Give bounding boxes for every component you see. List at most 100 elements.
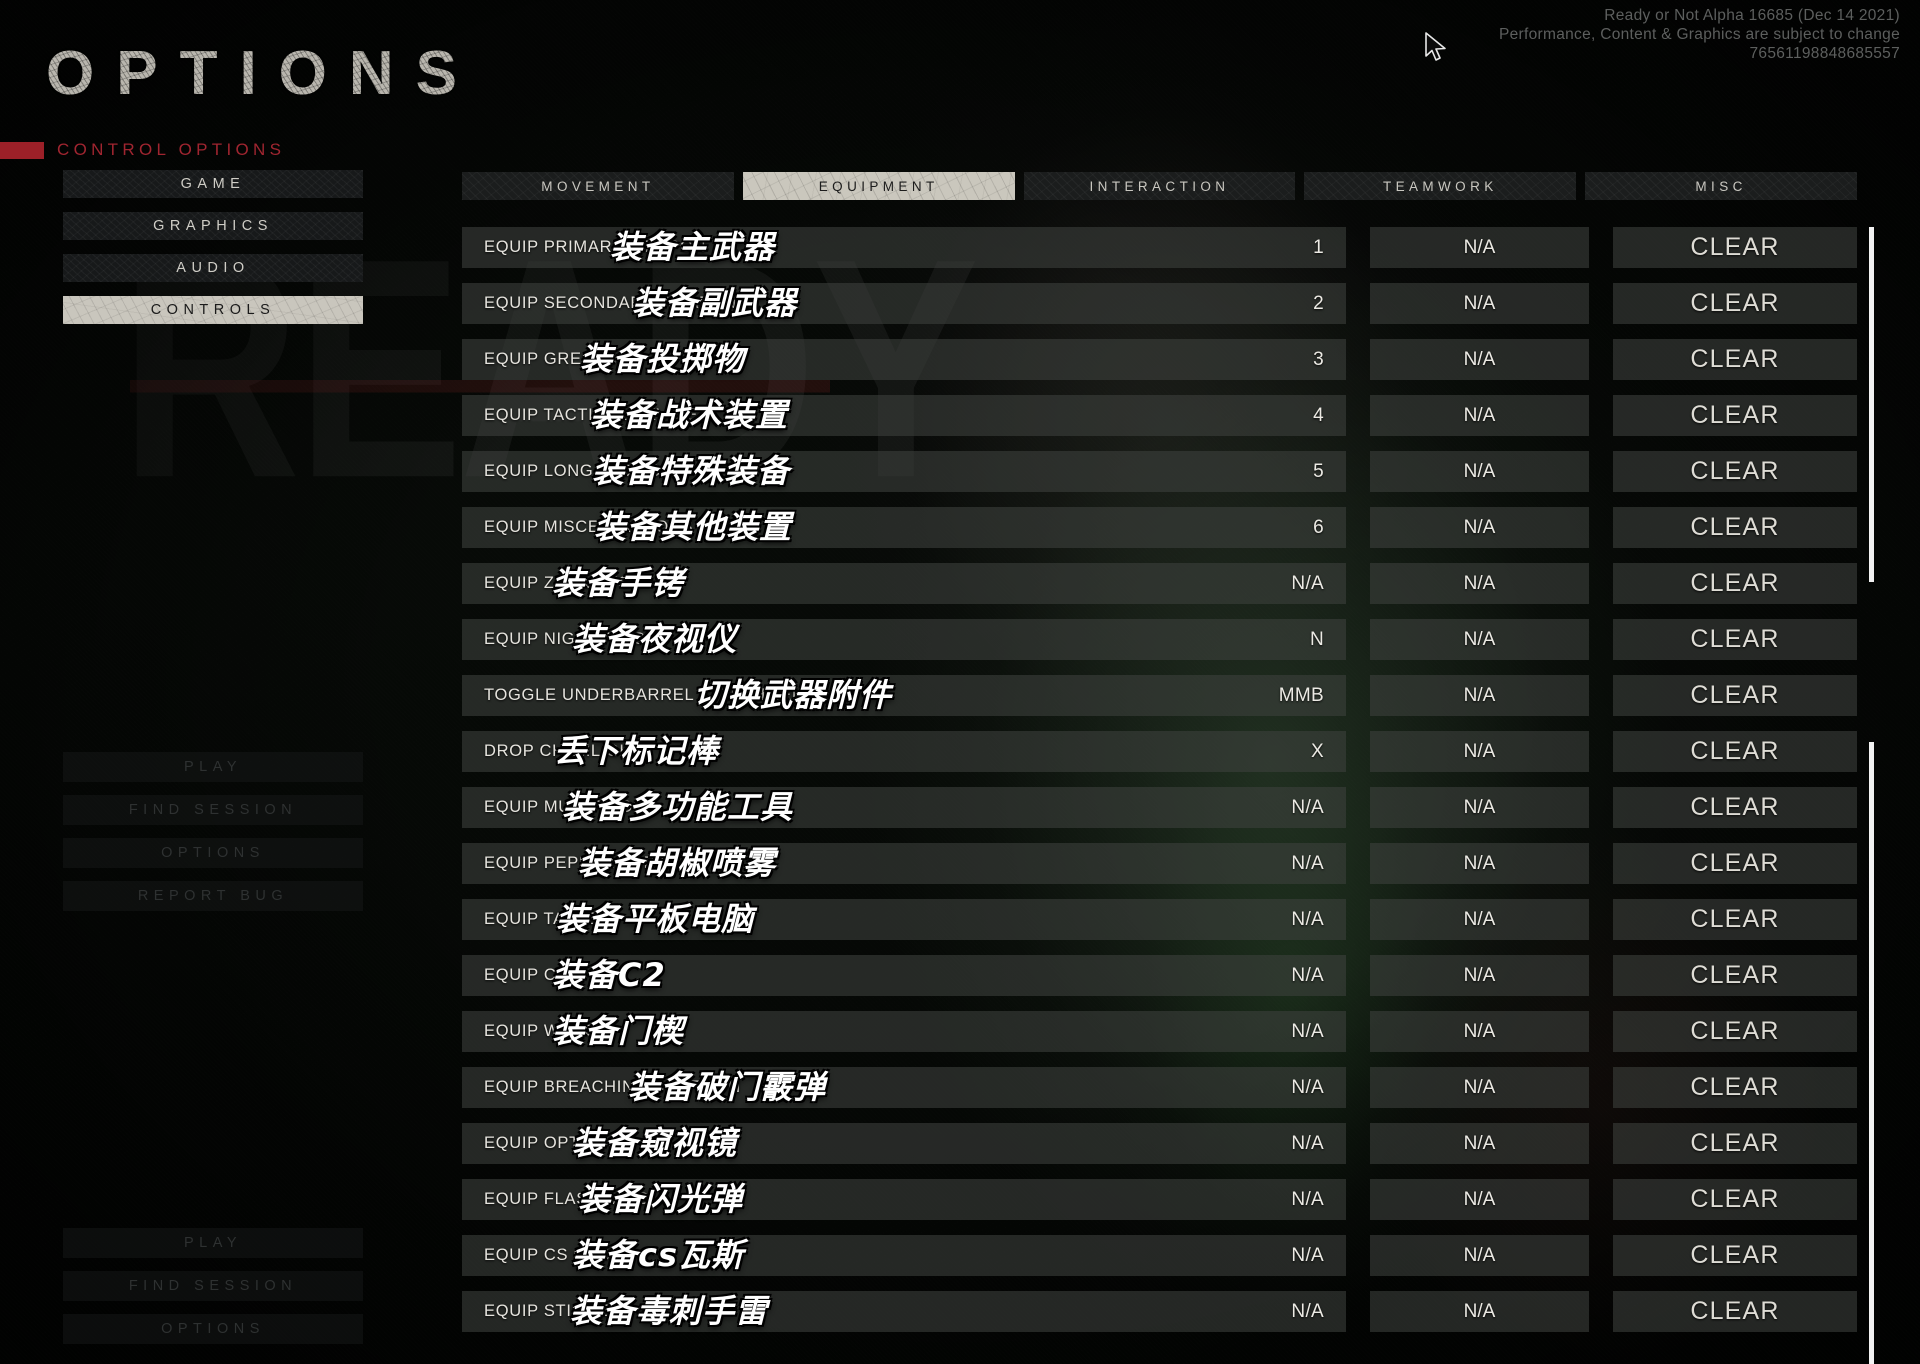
category-item-game[interactable]: GAME bbox=[63, 170, 363, 198]
keybind-primary-cell[interactable]: EQUIP FLASHBANG N/A bbox=[462, 1179, 1346, 1220]
ghost-menu-item-find-session: FIND SESSION bbox=[63, 795, 363, 825]
scrollbar-thumb[interactable] bbox=[1869, 227, 1874, 582]
keybind-primary-cell[interactable]: EQUIP OPTIWAND N/A bbox=[462, 1123, 1346, 1164]
clear-binding-button[interactable]: CLEAR bbox=[1613, 619, 1857, 660]
clear-button-label: CLEAR bbox=[1690, 1073, 1780, 1101]
keybind-alternate-key: N/A bbox=[1463, 1076, 1496, 1098]
keybind-primary-cell[interactable]: EQUIP ZIPCUFFS N/A bbox=[462, 563, 1346, 604]
keybind-primary-key: N/A bbox=[1291, 1020, 1324, 1042]
clear-binding-button[interactable]: CLEAR bbox=[1613, 339, 1857, 380]
clear-binding-button[interactable]: CLEAR bbox=[1613, 955, 1857, 996]
keybind-action-label: EQUIP C2 bbox=[484, 966, 567, 984]
category-item-controls[interactable]: CONTROLS bbox=[63, 296, 363, 324]
keybind-alternate-cell[interactable]: N/A bbox=[1370, 507, 1589, 548]
keybinding-row: EQUIP CS GAS N/A N/A CLEAR bbox=[462, 1235, 1857, 1276]
keybinding-row: EQUIP WEDGE N/A N/A CLEAR bbox=[462, 1011, 1857, 1052]
clear-button-label: CLEAR bbox=[1690, 793, 1780, 821]
tab-equipment[interactable]: EQUIPMENT bbox=[742, 172, 1015, 200]
category-item-audio[interactable]: AUDIO bbox=[63, 254, 363, 282]
keybinding-row: EQUIP MULTITOOL N/A N/A CLEAR bbox=[462, 787, 1857, 828]
clear-binding-button[interactable]: CLEAR bbox=[1613, 1179, 1857, 1220]
keybind-primary-cell[interactable]: EQUIP STINGER N/A bbox=[462, 1291, 1346, 1332]
keybind-action-label: EQUIP FLASHBANG bbox=[484, 1190, 651, 1208]
clear-binding-button[interactable]: CLEAR bbox=[1613, 227, 1857, 268]
clear-button-label: CLEAR bbox=[1690, 737, 1780, 765]
keybinding-row: EQUIP GRENADE 3 N/A CLEAR bbox=[462, 339, 1857, 380]
keybind-alternate-cell[interactable]: N/A bbox=[1370, 1123, 1589, 1164]
clear-binding-button[interactable]: CLEAR bbox=[1613, 507, 1857, 548]
keybind-alternate-cell[interactable]: N/A bbox=[1370, 1067, 1589, 1108]
keybind-alternate-cell[interactable]: N/A bbox=[1370, 619, 1589, 660]
keybind-primary-cell[interactable]: EQUIP LONG TACTICAL 5 bbox=[462, 451, 1346, 492]
clear-button-label: CLEAR bbox=[1690, 233, 1780, 261]
keybind-alternate-cell[interactable]: N/A bbox=[1370, 955, 1589, 996]
keybind-alternate-cell[interactable]: N/A bbox=[1370, 899, 1589, 940]
keybind-alternate-key: N/A bbox=[1463, 740, 1496, 762]
keybind-primary-cell[interactable]: EQUIP TACTICAL DEVICE 4 bbox=[462, 395, 1346, 436]
scrollbar[interactable] bbox=[1869, 227, 1874, 1364]
keybind-alternate-cell[interactable]: N/A bbox=[1370, 395, 1589, 436]
keybind-alternate-cell[interactable]: N/A bbox=[1370, 1011, 1589, 1052]
clear-button-label: CLEAR bbox=[1690, 1241, 1780, 1269]
keybind-primary-cell[interactable]: TOGGLE UNDERBARREL ATTACHMENT MMB bbox=[462, 675, 1346, 716]
keybind-alternate-cell[interactable]: N/A bbox=[1370, 227, 1589, 268]
keybind-alternate-cell[interactable]: N/A bbox=[1370, 563, 1589, 604]
keybind-primary-cell[interactable]: EQUIP CS GAS N/A bbox=[462, 1235, 1346, 1276]
clear-binding-button[interactable]: CLEAR bbox=[1613, 1123, 1857, 1164]
scrollbar-thumb[interactable] bbox=[1869, 742, 1874, 1364]
keybind-alternate-key: N/A bbox=[1463, 1300, 1496, 1322]
keybind-primary-key: N/A bbox=[1291, 796, 1324, 818]
keybind-alternate-cell[interactable]: N/A bbox=[1370, 1235, 1589, 1276]
keybind-alternate-key: N/A bbox=[1463, 684, 1496, 706]
keybind-action-label: EQUIP TACTICAL DEVICE bbox=[484, 406, 698, 424]
keybind-primary-cell[interactable]: EQUIP TABLET N/A bbox=[462, 899, 1346, 940]
keybind-primary-cell[interactable]: DROP CHEMLIGHT X bbox=[462, 731, 1346, 772]
clear-binding-button[interactable]: CLEAR bbox=[1613, 1011, 1857, 1052]
clear-binding-button[interactable]: CLEAR bbox=[1613, 787, 1857, 828]
keybind-alternate-cell[interactable]: N/A bbox=[1370, 451, 1589, 492]
clear-binding-button[interactable]: CLEAR bbox=[1613, 395, 1857, 436]
clear-binding-button[interactable]: CLEAR bbox=[1613, 899, 1857, 940]
clear-binding-button[interactable]: CLEAR bbox=[1613, 451, 1857, 492]
clear-binding-button[interactable]: CLEAR bbox=[1613, 675, 1857, 716]
clear-binding-button[interactable]: CLEAR bbox=[1613, 563, 1857, 604]
clear-binding-button[interactable]: CLEAR bbox=[1613, 1291, 1857, 1332]
clear-button-label: CLEAR bbox=[1690, 345, 1780, 373]
keybind-alternate-cell[interactable]: N/A bbox=[1370, 731, 1589, 772]
version-steam-id-line: 76561198848685557 bbox=[1749, 45, 1900, 62]
keybind-alternate-cell[interactable]: N/A bbox=[1370, 675, 1589, 716]
keybind-alternate-cell[interactable]: N/A bbox=[1370, 339, 1589, 380]
keybind-primary-cell[interactable]: EQUIP NIGHTVISION N bbox=[462, 619, 1346, 660]
keybind-primary-cell[interactable]: EQUIP PRIMARY WEAPON 1 bbox=[462, 227, 1346, 268]
category-item-graphics[interactable]: GRAPHICS bbox=[63, 212, 363, 240]
keybind-alternate-cell[interactable]: N/A bbox=[1370, 1179, 1589, 1220]
keybind-alternate-cell[interactable]: N/A bbox=[1370, 283, 1589, 324]
keybind-primary-cell[interactable]: EQUIP SECONDARY WEAPON 2 bbox=[462, 283, 1346, 324]
keybind-alternate-cell[interactable]: N/A bbox=[1370, 787, 1589, 828]
clear-binding-button[interactable]: CLEAR bbox=[1613, 731, 1857, 772]
tab-teamwork[interactable]: TEAMWORK bbox=[1304, 172, 1577, 200]
clear-binding-button[interactable]: CLEAR bbox=[1613, 1067, 1857, 1108]
tab-interaction[interactable]: INTERACTION bbox=[1023, 172, 1296, 200]
keybind-alternate-key: N/A bbox=[1463, 964, 1496, 986]
keybind-primary-cell[interactable]: EQUIP BREACHING SHOTGUN N/A bbox=[462, 1067, 1346, 1108]
clear-binding-button[interactable]: CLEAR bbox=[1613, 1235, 1857, 1276]
keybind-primary-cell[interactable]: EQUIP MISCELLANEOUS 6 bbox=[462, 507, 1346, 548]
keybind-action-label: EQUIP PRIMARY WEAPON bbox=[484, 238, 707, 256]
tab-misc[interactable]: MISC bbox=[1585, 172, 1857, 200]
keybind-action-label: EQUIP STINGER bbox=[484, 1302, 623, 1320]
keybind-alternate-key: N/A bbox=[1463, 236, 1496, 258]
keybind-primary-cell[interactable]: EQUIP WEDGE N/A bbox=[462, 1011, 1346, 1052]
keybind-primary-cell[interactable]: EQUIP GRENADE 3 bbox=[462, 339, 1346, 380]
keybind-primary-cell[interactable]: EQUIP PEPPER SPRAY N/A bbox=[462, 843, 1346, 884]
keybind-alternate-cell[interactable]: N/A bbox=[1370, 843, 1589, 884]
keybind-primary-cell[interactable]: EQUIP MULTITOOL N/A bbox=[462, 787, 1346, 828]
keybind-alternate-key: N/A bbox=[1463, 292, 1496, 314]
keybind-primary-cell[interactable]: EQUIP C2 N/A bbox=[462, 955, 1346, 996]
category-item-label: CONTROLS bbox=[150, 302, 276, 318]
category-item-label: AUDIO bbox=[176, 260, 250, 276]
clear-binding-button[interactable]: CLEAR bbox=[1613, 843, 1857, 884]
clear-binding-button[interactable]: CLEAR bbox=[1613, 283, 1857, 324]
tab-movement[interactable]: MOVEMENT bbox=[462, 172, 734, 200]
keybind-alternate-cell[interactable]: N/A bbox=[1370, 1291, 1589, 1332]
